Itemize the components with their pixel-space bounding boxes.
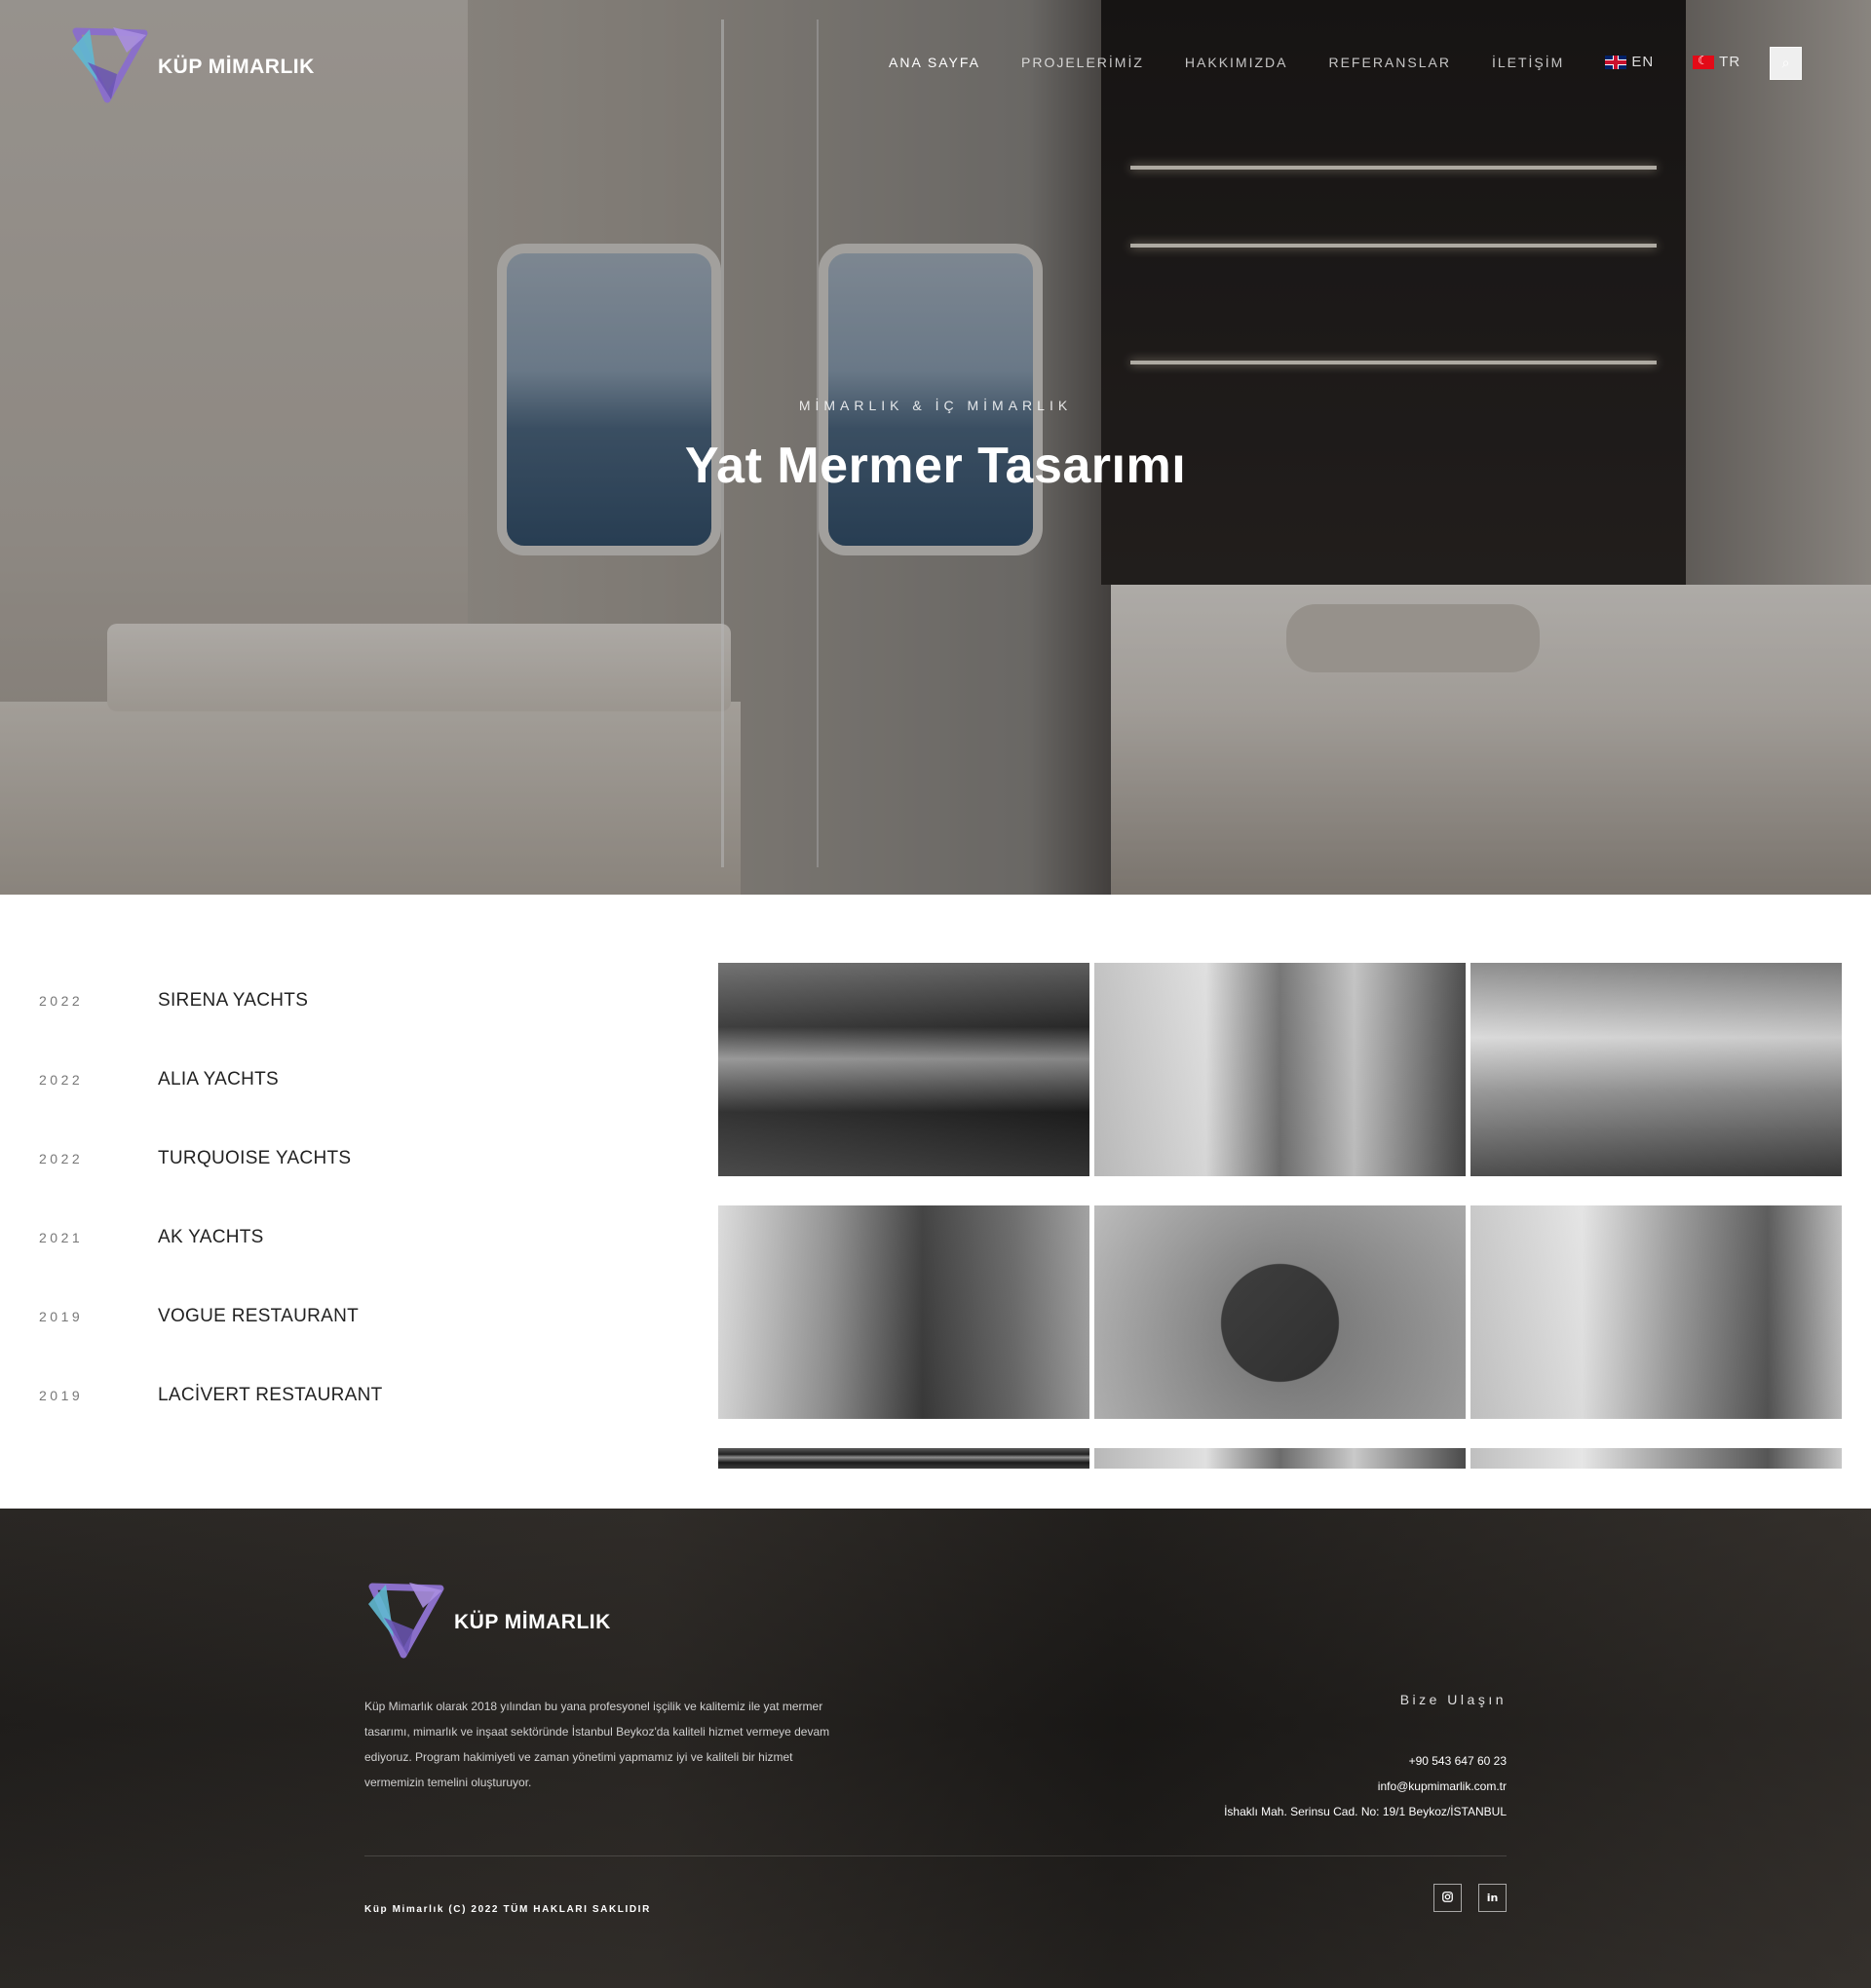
- footer-copyright: Küp Mimarlık (C) 2022 TÜM HAKLARI SAKLID…: [364, 1904, 651, 1915]
- logo-triangle-icon: [364, 1579, 448, 1659]
- language-en-label: EN: [1631, 54, 1655, 70]
- image-sheen: [1470, 1205, 1842, 1419]
- gallery-image[interactable]: [1094, 963, 1466, 1176]
- nav-item-about[interactable]: HAKKIMIZDA: [1185, 55, 1288, 70]
- nav-item-references[interactable]: REFERANSLAR: [1328, 55, 1450, 70]
- footer-background: [0, 1509, 1871, 1988]
- gallery-image[interactable]: [718, 1448, 1089, 1469]
- gallery-row: [718, 963, 1842, 1176]
- search-icon: ⌕: [1781, 56, 1790, 71]
- footer-contact: Bize Ulaşın +90 543 647 60 23 info@kupmi…: [1224, 1692, 1507, 1824]
- gallery-image[interactable]: [1094, 1448, 1466, 1469]
- gallery-image[interactable]: [1470, 963, 1842, 1176]
- project-name: ALIA YACHTS: [158, 1068, 280, 1090]
- project-name: AK YACHTS: [158, 1226, 264, 1247]
- image-sheen: [1094, 963, 1466, 1176]
- turkey-flag-icon: [1693, 54, 1715, 69]
- image-sheen: [1094, 1205, 1466, 1419]
- logo-triangle-icon: [68, 23, 152, 103]
- footer-email[interactable]: info@kupmimarlik.com.tr: [1224, 1774, 1507, 1799]
- project-year: 2019: [39, 1308, 84, 1324]
- hero-caption: MİMARLIK & İÇ MİMARLIK Yat Mermer Tasarı…: [0, 398, 1871, 495]
- language-tr[interactable]: TR: [1693, 54, 1740, 70]
- nav-item-contact[interactable]: İLETİŞİM: [1492, 55, 1564, 70]
- footer-divider: [364, 1855, 1507, 1856]
- hero-subtitle: MİMARLIK & İÇ MİMARLIK: [798, 398, 1073, 413]
- language-tr-label: TR: [1719, 54, 1741, 70]
- footer-contact-title: Bize Ulaşın: [1399, 1692, 1507, 1707]
- brand-logo[interactable]: KÜP MİMARLIK: [68, 23, 315, 103]
- instagram-button[interactable]: [1433, 1884, 1462, 1912]
- footer-phone[interactable]: +90 543 647 60 23: [1224, 1748, 1507, 1774]
- project-name: LACİVERT RESTAURANT: [158, 1384, 383, 1405]
- project-name: SIRENA YACHTS: [158, 989, 309, 1011]
- nav-item-home[interactable]: ANA SAYFA: [889, 55, 980, 70]
- linkedin-button[interactable]: in: [1478, 1884, 1507, 1912]
- hero-title: Yat Mermer Tasarımı: [684, 438, 1187, 494]
- linkedin-icon: in: [1486, 1892, 1499, 1904]
- gallery-row: [718, 1448, 1842, 1469]
- project-item[interactable]: 2019 VOGUE RESTAURANT: [39, 1277, 383, 1356]
- nav-item-projects[interactable]: PROJELERİMİZ: [1021, 55, 1144, 70]
- project-year: 2022: [39, 1071, 84, 1088]
- project-item[interactable]: 2022 ALIA YACHTS: [39, 1040, 383, 1119]
- project-item[interactable]: 2022 TURQUOISE YACHTS: [39, 1119, 383, 1198]
- image-sheen: [1470, 963, 1842, 1176]
- uk-flag-icon: [1605, 55, 1627, 69]
- project-list: 2022 SIRENA YACHTS 2022 ALIA YACHTS 2022…: [39, 961, 383, 1434]
- hero-section: KÜP MİMARLIK ANA SAYFA PROJELERİMİZ HAKK…: [0, 0, 1871, 895]
- footer-address: İshaklı Mah. Serinsu Cad. No: 19/1 Beyko…: [1224, 1805, 1507, 1818]
- project-name: VOGUE RESTAURANT: [158, 1305, 360, 1326]
- site-footer: KÜP MİMARLIK Küp Mimarlık olarak 2018 yı…: [0, 1509, 1871, 1988]
- project-item[interactable]: 2019 LACİVERT RESTAURANT: [39, 1356, 383, 1434]
- project-name: TURQUOISE YACHTS: [158, 1147, 352, 1168]
- project-year: 2022: [39, 1150, 84, 1166]
- main-menu: ANA SAYFA PROJELERİMİZ HAKKIMIZDA REFERA…: [889, 54, 1779, 71]
- gallery-image[interactable]: [1470, 1448, 1842, 1469]
- top-navigation: KÜP MİMARLIK ANA SAYFA PROJELERİMİZ HAKK…: [0, 0, 1871, 127]
- brand-name: KÜP MİMARLIK: [158, 56, 315, 78]
- project-gallery: [718, 963, 1842, 1498]
- project-year: 2019: [39, 1387, 84, 1403]
- gallery-row: [718, 1205, 1842, 1419]
- image-sheen: [718, 963, 1089, 1176]
- footer-logo[interactable]: KÜP MİMARLIK: [364, 1579, 611, 1659]
- image-sheen: [718, 1205, 1089, 1419]
- search-button[interactable]: ⌕: [1770, 47, 1802, 80]
- footer-about-text: Küp Mimarlık olarak 2018 yılından bu yan…: [364, 1700, 830, 1789]
- footer-brand-name: KÜP MİMARLIK: [454, 1611, 611, 1633]
- gallery-image[interactable]: [1470, 1205, 1842, 1419]
- gallery-image[interactable]: [1094, 1205, 1466, 1419]
- gallery-image[interactable]: [718, 963, 1089, 1176]
- project-item[interactable]: 2022 SIRENA YACHTS: [39, 961, 383, 1040]
- gallery-image[interactable]: [718, 1205, 1089, 1419]
- language-en[interactable]: EN: [1605, 54, 1654, 70]
- footer-social-links: in: [1417, 1884, 1507, 1912]
- projects-section: 2022 SIRENA YACHTS 2022 ALIA YACHTS 2022…: [0, 895, 1871, 1509]
- instagram-icon: [1442, 1891, 1453, 1905]
- project-year: 2021: [39, 1229, 84, 1245]
- project-year: 2022: [39, 992, 84, 1009]
- project-item[interactable]: 2021 AK YACHTS: [39, 1198, 383, 1277]
